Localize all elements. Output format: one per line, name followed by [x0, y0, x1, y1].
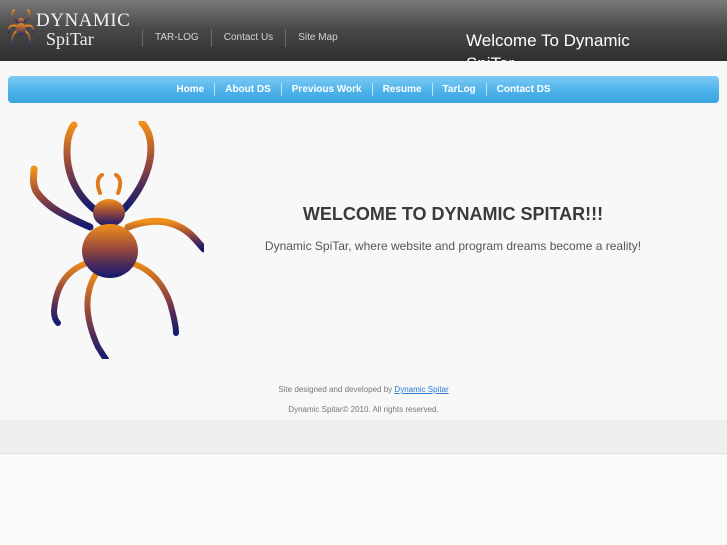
- site-header: DYNAMIC SpiTar TAR-LOG Contact Us Site M…: [0, 0, 727, 61]
- toplink-contact-us[interactable]: Contact Us: [210, 29, 285, 47]
- nav-item-tarlog[interactable]: TarLog: [431, 83, 486, 96]
- toplink-tar-log[interactable]: TAR-LOG: [142, 29, 211, 47]
- top-links: TAR-LOG Contact Us Site Map: [142, 29, 350, 47]
- welcome-heading: WELCOME TO DYNAMIC SPITAR!!!: [302, 204, 604, 224]
- logo-text-line2: SpiTar: [46, 29, 94, 49]
- footer-credit-text: Site designed and developed by: [278, 385, 393, 394]
- nav-item-home[interactable]: Home: [166, 83, 214, 96]
- nav-item-previous-work[interactable]: Previous Work: [280, 83, 372, 96]
- site-logo[interactable]: DYNAMIC SpiTar: [6, 8, 132, 52]
- main-nav: Home About DS Previous Work Resume TarLo…: [8, 76, 719, 103]
- footer-credit: Site designed and developed by Dynamic S…: [8, 385, 719, 394]
- header-welcome-text: Welcome To Dynamic SpiTar: [466, 31, 630, 61]
- footer: Site designed and developed by Dynamic S…: [8, 381, 719, 420]
- nav-item-contact-ds[interactable]: Contact DS: [485, 83, 561, 96]
- footer-credit-link[interactable]: Dynamic Spitar: [394, 385, 448, 394]
- footer-copyright: Dynamic Spitar© 2010. All rights reserve…: [288, 405, 439, 414]
- main-content: WELCOME TO DYNAMIC SPITAR!!! Dynamic Spi…: [8, 111, 719, 367]
- page-bottom-band: [0, 420, 727, 454]
- spider-icon: [7, 9, 35, 47]
- spider-illustration: [30, 121, 204, 359]
- welcome-subtitle: Dynamic SpiTar, where website and progra…: [264, 239, 642, 253]
- nav-item-about-ds[interactable]: About DS: [214, 83, 281, 96]
- toplink-site-map[interactable]: Site Map: [285, 29, 349, 47]
- page-background: [0, 455, 727, 545]
- nav-item-resume[interactable]: Resume: [371, 83, 432, 96]
